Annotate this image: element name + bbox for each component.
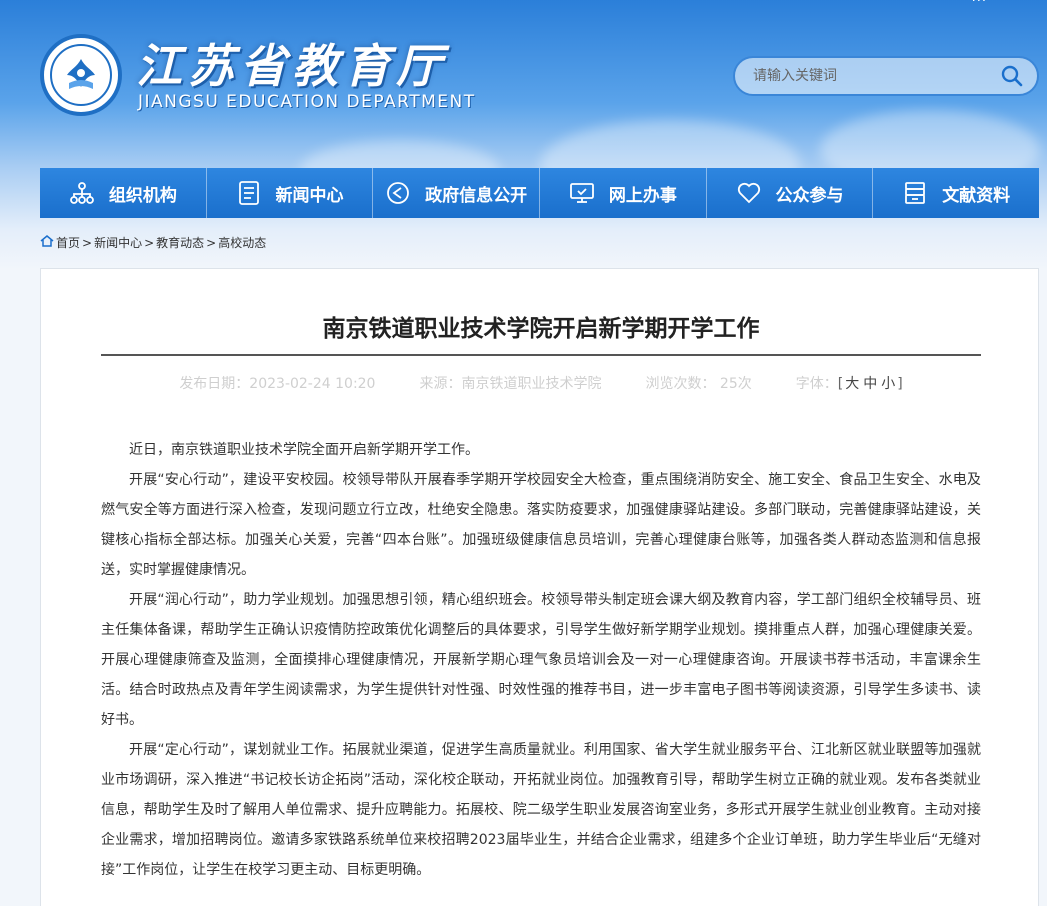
nav-item-documents[interactable]: 文献资料 (873, 168, 1039, 218)
nav-label: 政府信息公开 (425, 185, 528, 206)
site-subtitle: JIANGSU EDUCATION DEPARTMENT (138, 92, 476, 112)
org-chart-icon (69, 180, 95, 206)
search-box (733, 56, 1039, 96)
bracket-open: [ (837, 376, 844, 392)
emblem-icon (50, 44, 112, 106)
breadcrumb-separator: > (82, 235, 93, 250)
nav-label: 网上办事 (608, 185, 677, 206)
search-icon[interactable] (999, 63, 1025, 89)
nav-label: 公众参与 (775, 185, 844, 206)
nav-item-public[interactable]: 公众参与 (707, 168, 874, 218)
monitor-icon (569, 180, 595, 206)
article-title: 南京铁道职业技术学院开启新学期开学工作 (322, 316, 760, 342)
article-paragraph: 近日，南京铁道职业技术学院全面开启新学期开学工作。 (129, 442, 479, 458)
heart-icon (736, 180, 762, 206)
font-size-control: 字体：[大中小] (796, 373, 903, 393)
bracket-close: ] (897, 376, 903, 392)
view-count: 浏览次数： 25次 (645, 376, 752, 392)
document-icon (236, 180, 262, 206)
nav-label: 新闻中心 (275, 185, 344, 206)
nav-item-online-services[interactable]: 网上办事 (540, 168, 707, 218)
article-source: 来源：南京铁道职业技术学院 (419, 376, 602, 392)
article-panel: 南京铁道职业技术学院开启新学期开学工作 发布日期：2023-02-24 10:2… (40, 268, 1039, 906)
nav-item-news[interactable]: 新闻中心 (207, 168, 374, 218)
breadcrumb-edu-news[interactable]: 教育动态 (156, 234, 204, 251)
breadcrumb-university-news[interactable]: 高校动态 (218, 234, 266, 251)
archive-icon (902, 180, 928, 206)
font-size-label: 字体： (795, 376, 838, 392)
top-links[interactable]: ··· (972, 0, 987, 9)
breadcrumb-separator: > (144, 235, 155, 250)
article-meta: 发布日期：2023-02-24 10:20 来源：南京铁道职业技术学院 浏览次数… (101, 373, 981, 393)
nav-label: 组织机构 (108, 185, 177, 206)
nav-item-org[interactable]: 组织机构 (40, 168, 207, 218)
nav-item-gov-info[interactable]: 政府信息公开 (373, 168, 541, 218)
font-small-button[interactable]: 小 (881, 376, 895, 392)
breadcrumb-news[interactable]: 新闻中心 (94, 234, 142, 251)
font-medium-button[interactable]: 中 (863, 376, 877, 392)
site-title: 江苏省教育厅 (136, 39, 448, 93)
publish-date: 发布日期：2023-02-24 10:20 (179, 376, 376, 392)
search-input[interactable] (753, 68, 999, 84)
article-paragraph: 开展“定心行动”，谋划就业工作。拓展就业渠道，促进学生高质量就业。利用国家、省大… (101, 742, 981, 878)
breadcrumb-home[interactable]: 首页 (56, 234, 80, 251)
nav-label: 文献资料 (942, 185, 1011, 206)
article-body: 近日，南京铁道职业技术学院全面开启新学期开学工作。 开展“安心行动”，建设平安校… (101, 435, 981, 885)
breadcrumb-separator: > (206, 235, 217, 250)
article-paragraph: 开展“润心行动”，助力学业规划。加强思想引领，精心组织班会。校领导带头制定班会课… (101, 592, 981, 728)
header-banner: ··· 江苏省教育厅 JIANGSU EDUCATION DEPARTMENT (0, 0, 1047, 270)
breadcrumb: 首页 > 新闻中心 > 教育动态 > 高校动态 (40, 234, 266, 251)
site-logo[interactable] (40, 34, 122, 116)
title-divider (101, 354, 981, 356)
send-icon (385, 180, 411, 206)
font-large-button[interactable]: 大 (845, 376, 859, 392)
home-icon (40, 235, 54, 250)
main-nav: 组织机构 新闻中心 政府信息公开 网上办事 公众参与 文献资料 (40, 168, 1039, 218)
article-paragraph: 开展“安心行动”，建设平安校园。校领导带队开展春季学期开学校园安全大检查，重点围… (101, 472, 981, 578)
